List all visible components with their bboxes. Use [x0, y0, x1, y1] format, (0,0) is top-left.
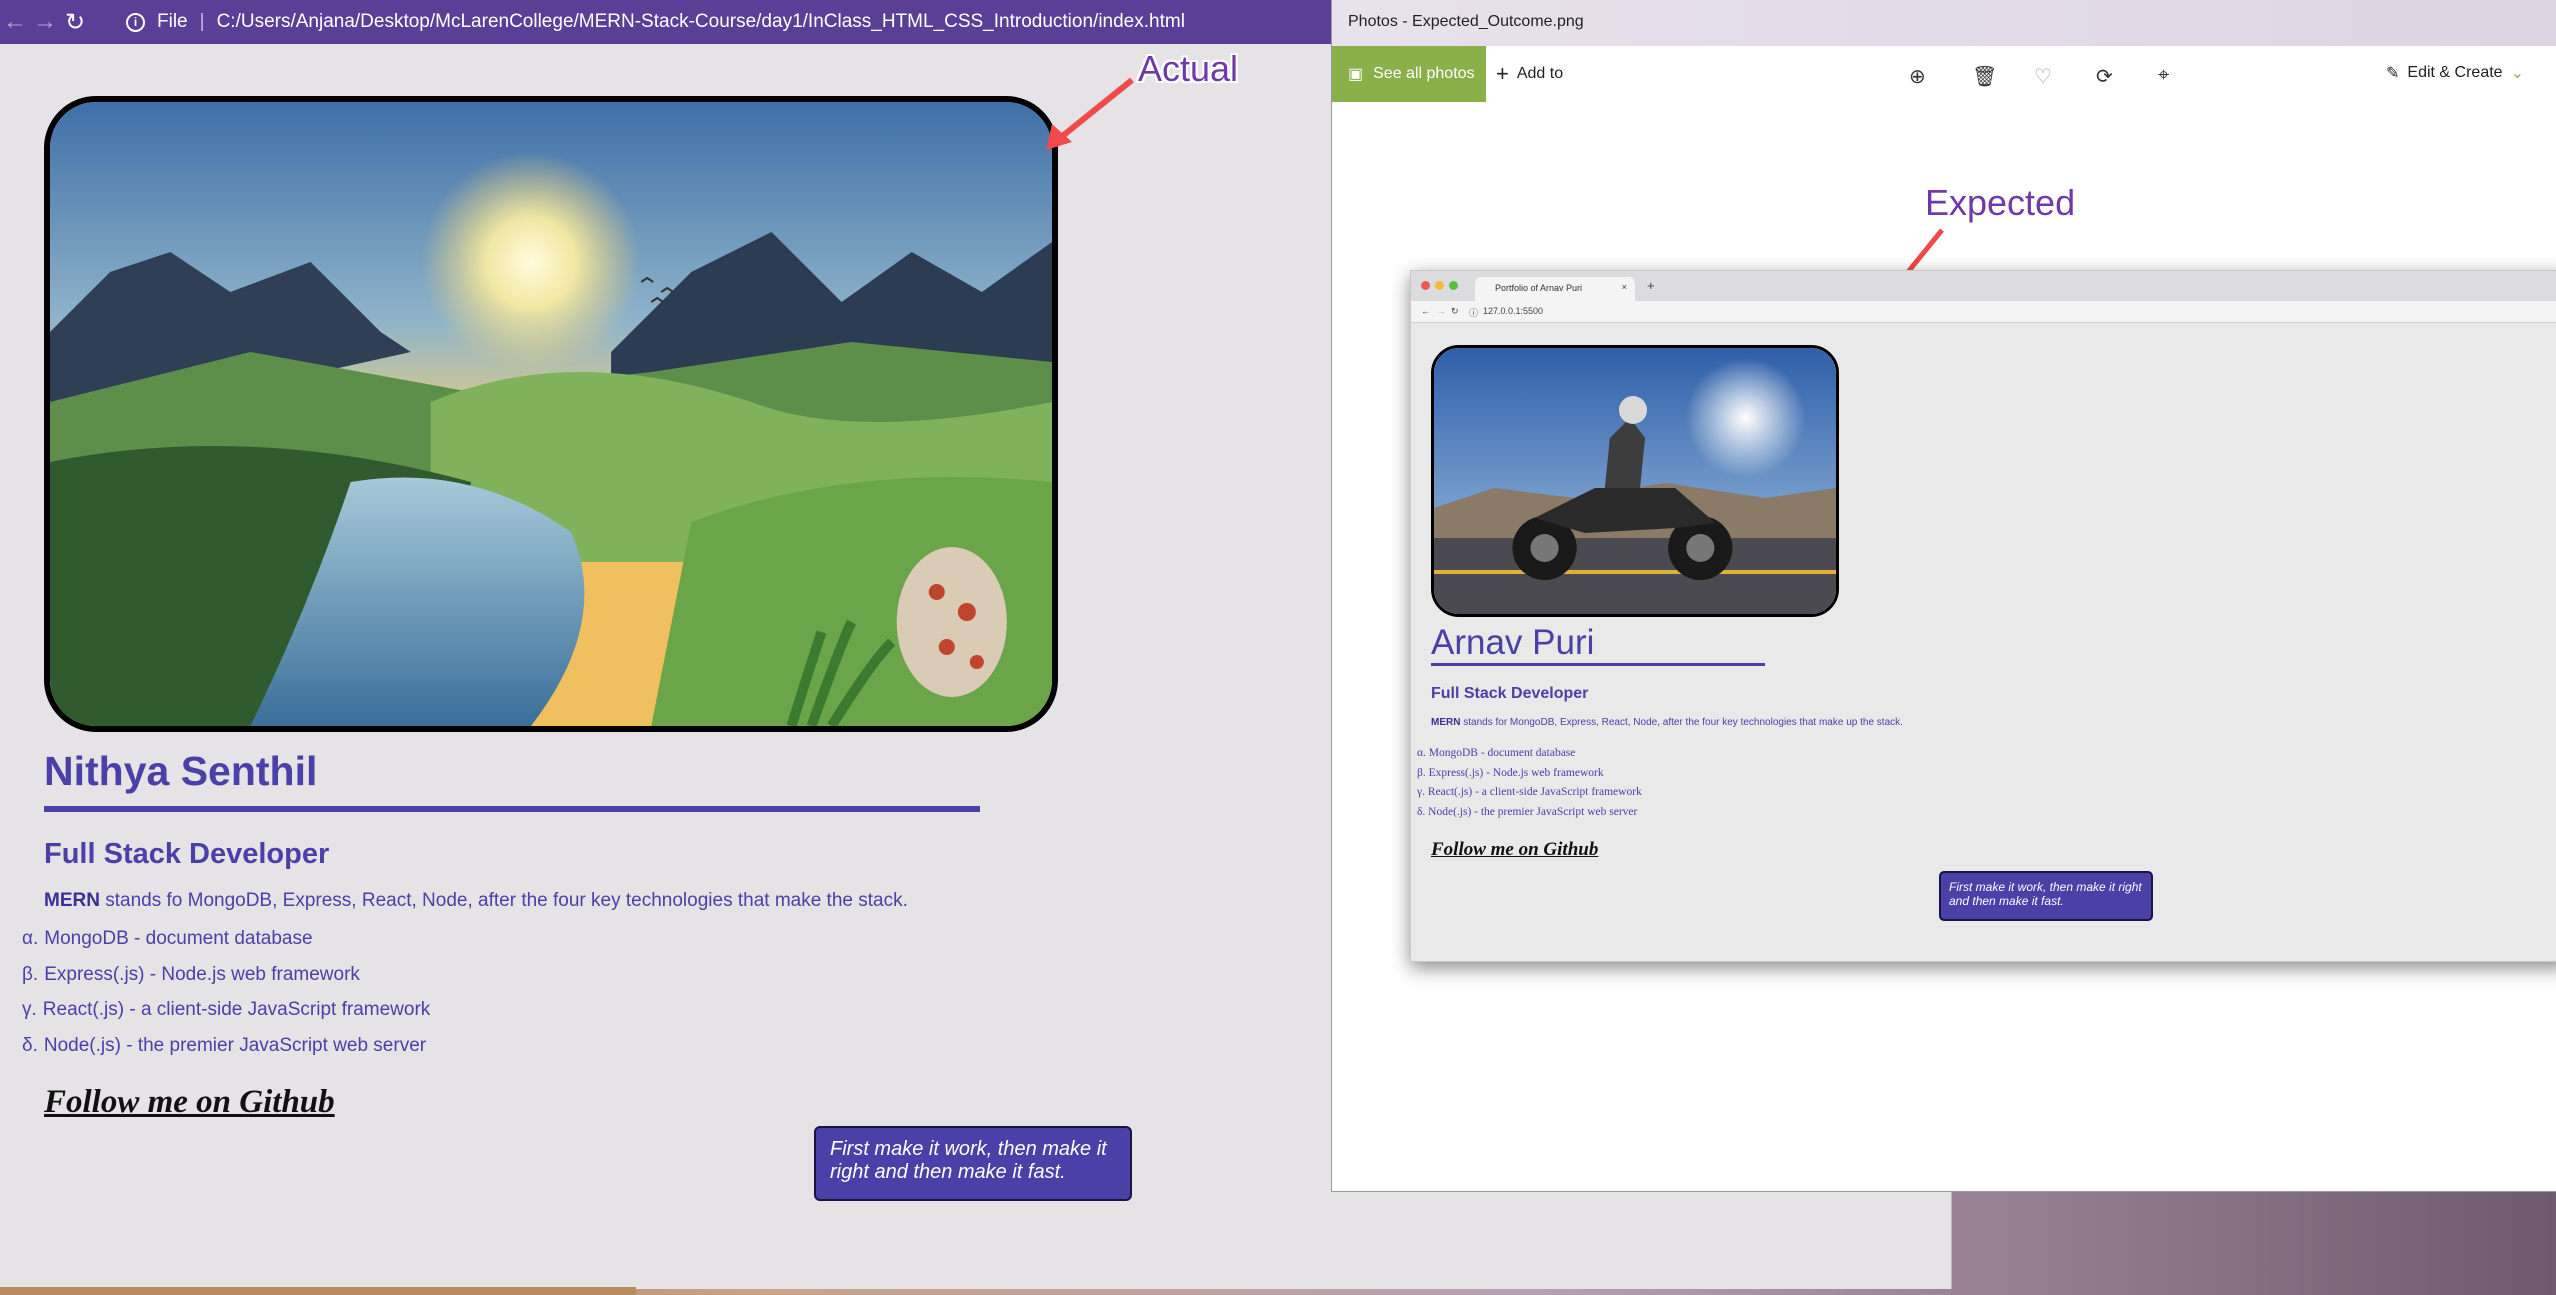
list-item: β. Express(.js) - Node.js web framework [22, 964, 430, 1000]
list-item: γ. React(.js) - a client-side JavaScript … [22, 999, 430, 1035]
list-item-text: Express(.js) - Node.js web framework [1428, 766, 1604, 779]
list-marker: δ. [1417, 805, 1426, 818]
list-item: β. Express(.js) - Node.js web framework [1417, 767, 1642, 787]
minimize-dot [1435, 281, 1444, 290]
list-marker: α. [1417, 747, 1426, 759]
see-all-label: See all photos [1373, 65, 1475, 82]
arrow-right-icon: → [1437, 306, 1446, 316]
taskbar-strip [0, 1287, 636, 1295]
list-item-text: MongoDB - document database [44, 928, 313, 949]
delete-icon[interactable]: 🗑 [1972, 64, 1997, 89]
motorcycle-photo [1431, 345, 1839, 617]
url-separator: | [199, 11, 205, 32]
reload-icon: ↻ [1451, 306, 1459, 316]
photos-window: Photos - Expected_Outcome.png ▣ See all … [1331, 0, 2556, 1192]
new-tab-icon: + [1647, 278, 1655, 293]
name-underline [44, 806, 980, 812]
arrow-left-icon: ← [1421, 306, 1430, 316]
close-dot [1421, 281, 1430, 290]
github-link[interactable]: Follow me on Github [44, 1084, 335, 1121]
image-icon: ▣ [1348, 66, 1364, 83]
expected-name-underline [1431, 663, 1765, 666]
list-item-text: React(.js) - a client-side JavaScript fr… [1427, 786, 1642, 798]
profile-name: Nithya Senthil [44, 748, 318, 794]
expected-tab: Portfolio of Arnav Puri × [1475, 277, 1635, 301]
expected-tab-strip: Portfolio of Arnav Puri × + [1411, 271, 2556, 301]
arrow-left-icon[interactable]: ← [0, 8, 30, 36]
mern-intro-text: stands fo MongoDB, Express, React, Node,… [99, 890, 908, 911]
reload-icon[interactable]: ↻ [60, 8, 90, 37]
actual-arrow-icon [1046, 77, 1134, 150]
list-item: α. MongoDB - document database [1417, 747, 1642, 767]
plus-icon: + [1496, 61, 1509, 86]
close-icon: × [1621, 282, 1627, 292]
zoom-in-icon[interactable]: ⊕ [1909, 64, 1926, 89]
see-all-photos-button[interactable]: ▣ See all photos [1332, 46, 1486, 102]
url-field[interactable]: C:/Users/Anjana/Desktop/McLarenCollege/M… [217, 11, 1185, 33]
rotate-icon[interactable]: ⟳ [2096, 64, 2113, 89]
edit-icon: ✎ [2386, 65, 2400, 82]
photos-toolbar: ▣ See all photos + Add to ⊕ 🗑 ♡ ⟳ ⌖ ✎ Ed… [1332, 46, 2556, 102]
expected-github-link: Follow me on Github [1431, 839, 1599, 860]
list-item-text: MongoDB - document database [1428, 747, 1576, 759]
expected-quote-box: First make it work, then make it right a… [1939, 871, 2153, 921]
expected-url-bar: ← → ↻ ⓘ 127.0.0.1:5500 [1411, 301, 2556, 323]
add-to-button[interactable]: + Add to [1496, 61, 1563, 87]
mern-strong: MERN [44, 890, 100, 911]
mern-intro: MERN stands fo MongoDB, Express, React, … [44, 890, 908, 912]
expected-profile-name: Arnav Puri [1431, 623, 1595, 662]
list-marker: γ. [22, 999, 37, 1020]
list-item: α. MongoDB - document database [22, 928, 430, 964]
expected-profile-role: Full Stack Developer [1431, 685, 1589, 702]
tech-stack-list: α. MongoDB - document database β. Express(… [22, 928, 430, 1070]
crop-icon[interactable]: ⌖ [2158, 64, 2169, 87]
list-item: δ. Node(.js) - the premier JavaScript we… [1417, 806, 1642, 826]
expected-label: Expected [1925, 182, 2076, 223]
list-marker: δ. [22, 1034, 38, 1056]
add-to-label: Add to [1516, 65, 1564, 82]
list-marker: γ. [1417, 786, 1425, 798]
actual-label: Actual [1138, 48, 1239, 89]
edit-create-label: Edit & Create [2407, 64, 2503, 81]
profile-role: Full Stack Developer [44, 838, 330, 870]
expected-mern-intro: MERN stands for MongoDB, Express, React,… [1431, 717, 1903, 728]
url-scheme-label: File [157, 11, 188, 32]
mern-intro-text: stands for MongoDB, Express, React, Node… [1460, 717, 1903, 728]
expected-url: 127.0.0.1:5500 [1483, 306, 1544, 316]
arrow-right-icon[interactable]: → [30, 8, 60, 36]
list-item-text: Node(.js) - the premier JavaScript web s… [43, 1034, 427, 1056]
expected-tech-stack-list: α. MongoDB - document database β. Expres… [1417, 747, 1642, 825]
list-marker: β. [1417, 766, 1426, 779]
expected-tab-title: Portfolio of Arnav Puri [1495, 283, 1583, 293]
chevron-down-icon: ⌄ [2510, 65, 2524, 82]
heart-icon[interactable]: ♡ [2034, 64, 2052, 89]
landscape-hero-image [44, 96, 1058, 732]
maximize-dot [1449, 281, 1458, 290]
photos-title: Photos - Expected_Outcome.png [1332, 0, 2556, 46]
list-item-text: Node(.js) - the premier JavaScript web s… [1428, 805, 1638, 818]
info-icon: ⓘ [1469, 308, 1479, 318]
list-marker: α. [22, 928, 39, 949]
list-item: δ. Node(.js) - the premier JavaScript web… [22, 1035, 430, 1071]
edit-create-button[interactable]: ✎ Edit & Create ⌄ [2386, 63, 2524, 83]
list-item-text: Express(.js) - Node.js web framework [44, 963, 360, 985]
list-marker: β. [22, 963, 39, 985]
list-item-text: React(.js) - a client-side JavaScript fr… [42, 999, 431, 1020]
mern-strong: MERN [1431, 717, 1461, 728]
info-icon[interactable]: i [126, 12, 145, 32]
list-item: γ. React(.js) - a client-side JavaScript… [1417, 786, 1642, 806]
quote-box: First make it work, then make it right a… [814, 1126, 1132, 1201]
expected-screenshot: Portfolio of Arnav Puri × + ← → ↻ ⓘ 127.0… [1410, 270, 2556, 962]
